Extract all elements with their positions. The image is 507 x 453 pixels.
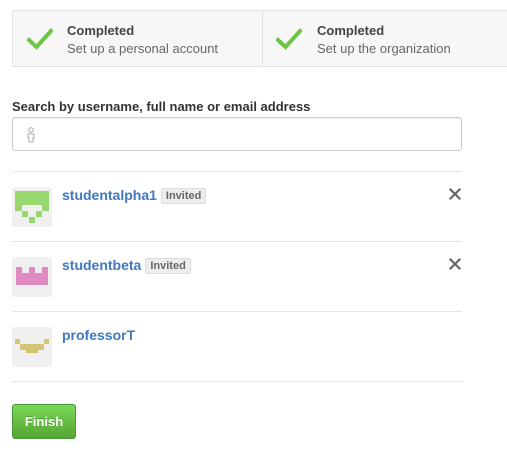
- search-field[interactable]: [12, 117, 462, 151]
- avatar: [12, 327, 52, 367]
- step-organization: Completed Set up the organization: [263, 11, 507, 66]
- step-personal-account: Completed Set up a personal account: [13, 11, 263, 66]
- member-row: studentbeta Invited: [12, 241, 462, 311]
- step-status: Completed: [67, 23, 135, 38]
- onboarding-page: Completed Set up a personal account Comp…: [0, 0, 507, 453]
- member-row: studentalpha1 Invited: [12, 171, 462, 241]
- member-username[interactable]: studentbeta Invited: [62, 257, 191, 274]
- step-description: Set up the organization: [317, 41, 451, 56]
- step-description: Set up a personal account: [67, 41, 219, 56]
- close-icon[interactable]: [448, 187, 462, 201]
- member-row: professorT: [12, 311, 462, 382]
- setup-steps: Completed Set up a personal account Comp…: [12, 10, 507, 67]
- member-username[interactable]: professorT: [62, 327, 135, 343]
- invited-badge: Invited: [160, 188, 207, 204]
- search-label: Search by username, full name or email a…: [12, 99, 311, 114]
- check-icon: [27, 28, 53, 50]
- step-status: Completed: [317, 23, 385, 38]
- close-icon[interactable]: [448, 257, 462, 271]
- avatar: [12, 187, 52, 227]
- username-text: studentbeta: [62, 257, 142, 273]
- member-username[interactable]: studentalpha1 Invited: [62, 187, 207, 204]
- member-list: studentalpha1 Invited studentbeta Invited: [12, 171, 462, 382]
- check-icon: [276, 28, 302, 50]
- person-icon: [27, 127, 35, 143]
- avatar: [12, 257, 52, 297]
- finish-button[interactable]: Finish: [12, 404, 76, 439]
- username-text: studentalpha1: [62, 187, 157, 203]
- invited-badge: Invited: [145, 258, 191, 274]
- search-input[interactable]: [45, 118, 455, 150]
- username-text: professorT: [62, 327, 136, 343]
